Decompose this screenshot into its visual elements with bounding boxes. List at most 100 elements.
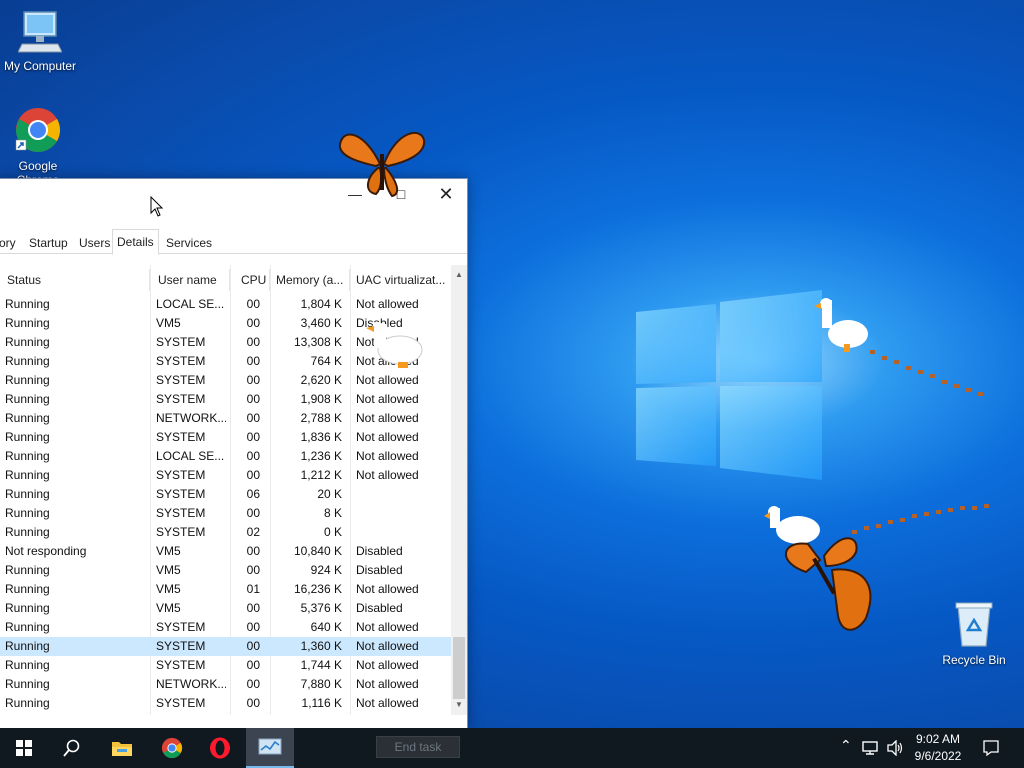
cell-cpu: 00	[246, 544, 260, 558]
column-header-status[interactable]: Status	[0, 269, 150, 291]
show-hidden-icons-chevron-icon[interactable]: ⌃	[840, 737, 852, 754]
table-row[interactable]: Running VM5 01 16,236 K Not allowed	[0, 580, 451, 599]
cell-cpu: 01	[246, 582, 260, 596]
cell-status: Running	[5, 620, 50, 634]
cell-cpu: 06	[246, 487, 260, 501]
chrome-taskbar-button[interactable]	[148, 728, 196, 768]
tab-services[interactable]: Services	[162, 233, 216, 254]
opera-icon	[210, 737, 230, 759]
table-row[interactable]: Running SYSTEM 00 1,360 K Not allowed	[0, 637, 451, 656]
cell-uac	[356, 504, 448, 523]
cell-user-name: SYSTEM	[156, 468, 206, 482]
cell-status: Running	[5, 677, 50, 691]
cell-uac	[356, 485, 448, 504]
cell-cpu: 00	[246, 316, 260, 330]
end-task-button[interactable]: End task	[376, 736, 460, 758]
vertical-scrollbar[interactable]: ▲ ▼	[451, 265, 467, 715]
taskbar-clock[interactable]: 9:02 AM 9/6/2022	[904, 731, 972, 765]
cell-user-name: SYSTEM	[156, 639, 206, 653]
cell-user-name: VM5	[156, 582, 181, 596]
cell-status: Running	[5, 449, 50, 463]
table-row[interactable]: Running SYSTEM 00 1,836 K Not allowed	[0, 428, 451, 447]
column-header-uac[interactable]: UAC virtualizat...	[350, 269, 451, 291]
cell-user-name: VM5	[156, 544, 181, 558]
cell-memory: 5,376 K	[300, 601, 342, 615]
cell-user-name: LOCAL SE...	[156, 297, 225, 311]
cell-cpu: 00	[246, 468, 260, 482]
goose-near-window	[366, 322, 423, 368]
column-header-cpu[interactable]: CPU	[230, 269, 270, 291]
cell-status: Running	[5, 316, 50, 330]
table-row[interactable]: Running SYSTEM 00 8 K	[0, 504, 451, 523]
table-row[interactable]: Running SYSTEM 00 1,116 K Not allowed	[0, 694, 451, 713]
cell-status: Running	[5, 487, 50, 501]
column-header-user-name[interactable]: User name	[150, 269, 230, 291]
file-explorer-button[interactable]	[98, 728, 146, 768]
notification-center-icon[interactable]	[982, 739, 1000, 757]
task-manager-icon	[258, 738, 282, 755]
cell-user-name: SYSTEM	[156, 696, 206, 710]
cell-user-name: SYSTEM	[156, 525, 206, 539]
table-row[interactable]: Not responding VM5 00 10,840 K Disabled	[0, 542, 451, 561]
cell-memory: 1,908 K	[300, 392, 342, 406]
cell-memory: 8 K	[323, 506, 342, 520]
desktop-icon-my-computer[interactable]: My Computer	[0, 8, 80, 73]
table-row[interactable]: Running NETWORK... 00 7,880 K Not allowed	[0, 675, 451, 694]
cell-memory: 1,836 K	[300, 430, 342, 444]
table-row[interactable]: Running SYSTEM 02 0 K	[0, 523, 451, 542]
cell-status: Running	[5, 639, 50, 653]
cell-memory: 16,236 K	[293, 582, 342, 596]
tab-users[interactable]: Users	[75, 233, 114, 254]
search-button[interactable]	[48, 728, 96, 768]
cell-memory: 1,116 K	[301, 696, 342, 710]
computer-icon	[17, 11, 63, 53]
table-row[interactable]: Running VM5 00 924 K Disabled	[0, 561, 451, 580]
desktop-icon-label: Recycle Bin	[942, 653, 1006, 667]
cell-cpu: 00	[246, 601, 260, 615]
cell-status: Running	[5, 506, 50, 520]
cell-status: Running	[5, 335, 50, 349]
cell-cpu: 00	[246, 449, 260, 463]
cell-memory: 2,788 K	[300, 411, 342, 425]
opera-taskbar-button[interactable]	[196, 728, 244, 768]
table-row[interactable]: Running SYSTEM 00 1,744 K Not allowed	[0, 656, 451, 675]
task-manager-window[interactable]: — □ ✕ ory Startup Users Details Services…	[0, 178, 468, 730]
table-row[interactable]: Running SYSTEM 00 640 K Not allowed	[0, 618, 451, 637]
goose-with-butterfly	[764, 504, 989, 631]
column-header-memory[interactable]: Memory (a...	[270, 269, 350, 291]
tab-startup[interactable]: Startup	[25, 233, 72, 254]
scrollbar-thumb[interactable]	[453, 637, 465, 699]
cell-status: Running	[5, 582, 50, 596]
desktop-icon-google-chrome[interactable]: Google Chrome	[0, 106, 78, 187]
cell-memory: 1,744 K	[300, 658, 342, 672]
scroll-down-arrow[interactable]: ▼	[451, 697, 467, 713]
close-button[interactable]: ✕	[423, 179, 469, 209]
tab-app-history[interactable]: ory	[0, 233, 20, 254]
tab-details[interactable]: Details	[112, 229, 159, 255]
table-row[interactable]: Running SYSTEM 06 20 K	[0, 485, 451, 504]
cell-memory: 20 K	[317, 487, 342, 501]
desktop-icon-label: My Computer	[3, 59, 77, 73]
start-button[interactable]	[0, 728, 48, 768]
windows-logo-wallpaper	[636, 290, 822, 480]
folder-icon	[112, 742, 132, 756]
table-row[interactable]: Running LOCAL SE... 00 1,804 K Not allowed	[0, 295, 451, 314]
cell-user-name: SYSTEM	[156, 373, 206, 387]
volume-icon[interactable]	[886, 740, 904, 756]
cell-cpu: 02	[246, 525, 260, 539]
table-row[interactable]: Running SYSTEM 00 1,212 K Not allowed	[0, 466, 451, 485]
cell-status: Running	[5, 696, 50, 710]
table-row[interactable]: Running VM5 00 5,376 K Disabled	[0, 599, 451, 618]
cell-memory: 3,460 K	[300, 316, 342, 330]
cell-cpu: 00	[246, 411, 260, 425]
cell-memory: 764 K	[310, 354, 342, 368]
network-icon[interactable]	[862, 740, 880, 756]
table-row[interactable]: Running LOCAL SE... 00 1,236 K Not allowed	[0, 447, 451, 466]
scroll-up-arrow[interactable]: ▲	[451, 267, 467, 283]
task-manager-taskbar-button[interactable]	[246, 728, 294, 768]
table-row[interactable]: Running SYSTEM 00 2,620 K Not allowed	[0, 371, 451, 390]
table-row[interactable]: Running SYSTEM 00 1,908 K Not allowed	[0, 390, 451, 409]
cell-uac: Not allowed	[356, 373, 419, 387]
cell-user-name: NETWORK...	[156, 411, 226, 425]
table-row[interactable]: Running NETWORK... 00 2,788 K Not allowed	[0, 409, 451, 428]
